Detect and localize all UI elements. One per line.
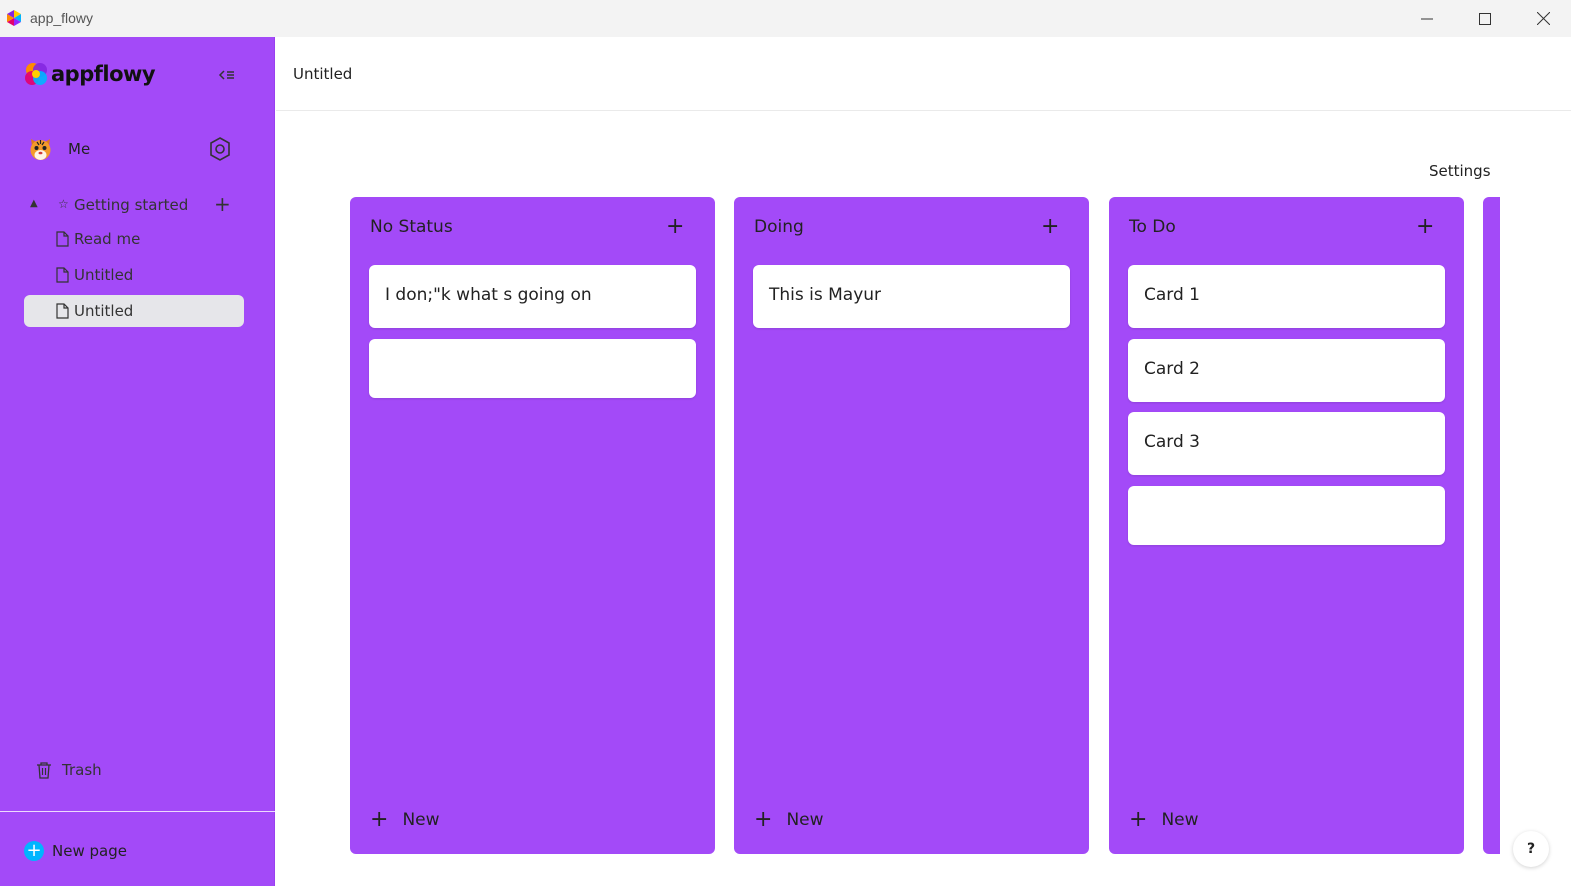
board-card[interactable]: This is Mayur <box>753 265 1070 328</box>
board-column-no-status: No Status + I don;"k what s going on + N… <box>350 197 715 854</box>
new-card-label: New <box>786 810 824 830</box>
star-icon: ☆ <box>58 197 69 211</box>
trash-button[interactable]: Trash <box>36 761 102 779</box>
board-card-empty[interactable] <box>1128 486 1445 545</box>
close-icon <box>1536 12 1550 25</box>
card-text: Card 3 <box>1144 432 1200 452</box>
trash-icon <box>37 762 51 779</box>
card-text: This is Mayur <box>769 285 882 305</box>
window-title: app_flowy <box>30 10 94 26</box>
plus-icon: + <box>754 807 773 832</box>
collapse-sidebar-icon[interactable] <box>216 67 238 83</box>
document-icon <box>56 231 69 247</box>
new-card-button[interactable]: + New <box>754 809 824 831</box>
sidebar-item-untitled-selected[interactable]: Untitled <box>24 295 244 327</box>
avatar <box>30 139 51 160</box>
breadcrumb[interactable]: Untitled <box>293 65 352 83</box>
card-text: I don;"k what s going on <box>385 285 592 305</box>
new-card-button[interactable]: + New <box>1129 809 1199 831</box>
board-card[interactable]: I don;"k what s going on <box>369 265 696 328</box>
board-column-to-do: To Do + Card 1 Card 2 Card 3 + New <box>1109 197 1464 854</box>
workspace-label: Getting started <box>74 196 189 214</box>
new-card-label: New <box>402 810 440 830</box>
sidebar-item-untitled[interactable]: Untitled <box>24 257 244 293</box>
board-card[interactable]: Card 1 <box>1128 265 1445 328</box>
plus-icon: + <box>370 807 389 832</box>
board-settings-button[interactable]: Settings <box>1429 162 1491 180</box>
board-card[interactable]: Card 3 <box>1128 412 1445 475</box>
page-tree: ▲ ☆ Getting started + Read me Untitled U… <box>24 193 246 327</box>
new-card-button[interactable]: + New <box>370 809 440 831</box>
sidebar-item-label: Untitled <box>74 266 134 284</box>
workspace-getting-started[interactable]: ▲ ☆ Getting started + <box>24 193 246 219</box>
add-card-icon[interactable]: + <box>1416 215 1434 239</box>
appflowy-logo: appflowy <box>24 62 156 86</box>
main-header: Untitled <box>276 37 1571 111</box>
minimize-button[interactable] <box>1398 0 1456 37</box>
sidebar-item-label: Read me <box>74 230 141 248</box>
app-logo-icon <box>7 10 21 26</box>
new-card-label: New <box>1161 810 1199 830</box>
sidebar-item-label: Untitled <box>74 302 134 320</box>
close-button[interactable] <box>1514 0 1571 37</box>
card-text: Card 2 <box>1144 359 1200 379</box>
appflowy-logo-icon <box>25 63 47 85</box>
user-row[interactable]: Me <box>28 135 238 167</box>
window-titlebar: app_flowy <box>0 0 1571 37</box>
document-icon <box>56 267 69 283</box>
user-name: Me <box>68 140 91 158</box>
maximize-icon <box>1479 12 1491 25</box>
column-title: Doing <box>754 217 804 237</box>
add-card-icon[interactable]: + <box>1041 215 1059 239</box>
board-column-partial <box>1483 197 1500 854</box>
new-page-label: New page <box>52 842 127 860</box>
kanban-board: No Status + I don;"k what s going on + N… <box>350 197 1500 854</box>
board-card-empty[interactable] <box>369 339 696 398</box>
main-content: Untitled Settings No Status + I don;"k w… <box>276 37 1571 886</box>
sidebar-item-read-me[interactable]: Read me <box>24 221 244 257</box>
add-page-icon[interactable]: + <box>214 193 231 215</box>
collapse-caret-icon[interactable]: ▲ <box>30 198 38 209</box>
sidebar: appflowy Me ▲ ☆ Getting started + Read m… <box>0 37 275 886</box>
card-text: Card 1 <box>1144 285 1200 305</box>
trash-label: Trash <box>62 761 102 779</box>
sidebar-divider <box>0 811 275 812</box>
help-button[interactable]: ? <box>1513 831 1549 867</box>
logo-text: appflowy <box>51 62 156 86</box>
column-title: To Do <box>1129 217 1176 237</box>
column-title: No Status <box>370 217 453 237</box>
settings-gear-icon[interactable] <box>208 136 232 162</box>
add-card-icon[interactable]: + <box>666 215 684 239</box>
maximize-button[interactable] <box>1456 0 1514 37</box>
board-column-doing: Doing + This is Mayur + New <box>734 197 1089 854</box>
board-card[interactable]: Card 2 <box>1128 339 1445 402</box>
plus-circle-icon: + <box>24 841 44 861</box>
plus-icon: + <box>1129 807 1148 832</box>
document-icon <box>56 303 69 319</box>
minimize-icon <box>1421 18 1433 19</box>
new-page-button[interactable]: + New page <box>24 841 127 861</box>
